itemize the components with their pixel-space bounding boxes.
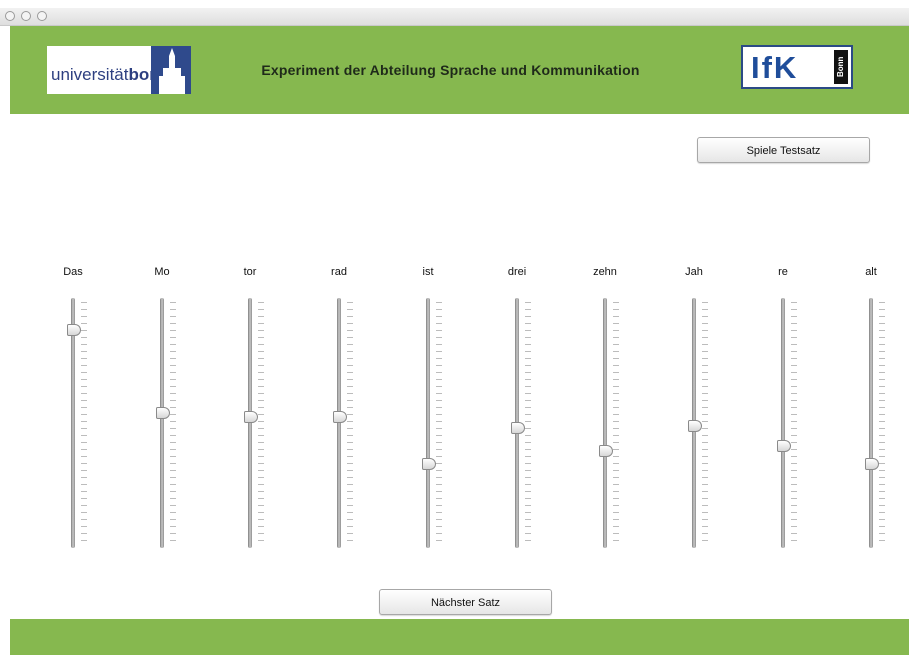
slider-ticks [81, 302, 87, 546]
slider-thumb[interactable] [865, 458, 879, 470]
slider-ticks [347, 302, 353, 546]
ifk-logo-bonn: Bonn [834, 50, 848, 84]
slider-thumb[interactable] [688, 420, 702, 432]
slider-ticks [702, 302, 708, 546]
slider-label: Mo [154, 266, 170, 278]
slider-label: alt [865, 266, 877, 278]
slider-6[interactable]: drei [487, 266, 547, 556]
slider-label: drei [507, 266, 527, 278]
slider-2[interactable]: Mo [132, 266, 192, 556]
slider-ticks [791, 302, 797, 546]
ifk-logo: IfK Bonn [741, 45, 853, 89]
close-window-icon[interactable] [5, 11, 15, 21]
footer-bar [10, 619, 909, 655]
slider-thumb[interactable] [511, 422, 525, 434]
slider-label: re [778, 266, 788, 278]
slider-thumb[interactable] [244, 411, 258, 423]
slider-4[interactable]: rad [309, 266, 369, 556]
slider-ticks [613, 302, 619, 546]
slider-thumb[interactable] [422, 458, 436, 470]
slider-thumb[interactable] [156, 407, 170, 419]
slider-10[interactable]: alt [841, 266, 901, 556]
slider-label: zehn [593, 266, 617, 278]
zoom-window-icon[interactable] [37, 11, 47, 21]
minimize-window-icon[interactable] [21, 11, 31, 21]
slider-track[interactable] [160, 298, 164, 548]
slider-thumb[interactable] [333, 411, 347, 423]
slider-ticks [258, 302, 264, 546]
slider-ticks [879, 302, 885, 546]
slider-5[interactable]: ist [398, 266, 458, 556]
slider-ticks [525, 302, 531, 546]
slider-label: Das [63, 266, 83, 278]
slider-1[interactable]: Das [43, 266, 103, 556]
slider-ticks [436, 302, 442, 546]
slider-track[interactable] [248, 298, 252, 548]
slider-label: rad [331, 266, 347, 278]
slider-ticks [170, 302, 176, 546]
header-bar: universitätbonn Experiment der Abteilung… [10, 26, 909, 114]
slider-8[interactable]: Jah [664, 266, 724, 556]
slider-track[interactable] [603, 298, 607, 548]
slider-label: Jah [685, 266, 703, 278]
slider-track[interactable] [337, 298, 341, 548]
slider-track[interactable] [781, 298, 785, 548]
next-sentence-button[interactable]: Nächster Satz [379, 589, 552, 615]
slider-thumb[interactable] [67, 324, 81, 336]
slider-7[interactable]: zehn [575, 266, 635, 556]
slider-track[interactable] [869, 298, 873, 548]
slider-3[interactable]: tor [220, 266, 280, 556]
play-test-sentence-button[interactable]: Spiele Testsatz [697, 137, 870, 163]
slider-track[interactable] [426, 298, 430, 548]
slider-label: tor [243, 266, 257, 278]
slider-9[interactable]: re [753, 266, 813, 556]
slider-thumb[interactable] [599, 445, 613, 457]
slider-thumb[interactable] [777, 440, 791, 452]
window-titlebar [0, 8, 909, 26]
slider-label: ist [422, 266, 434, 278]
ifk-logo-text: IfK [751, 50, 799, 85]
top-strip [0, 0, 909, 8]
